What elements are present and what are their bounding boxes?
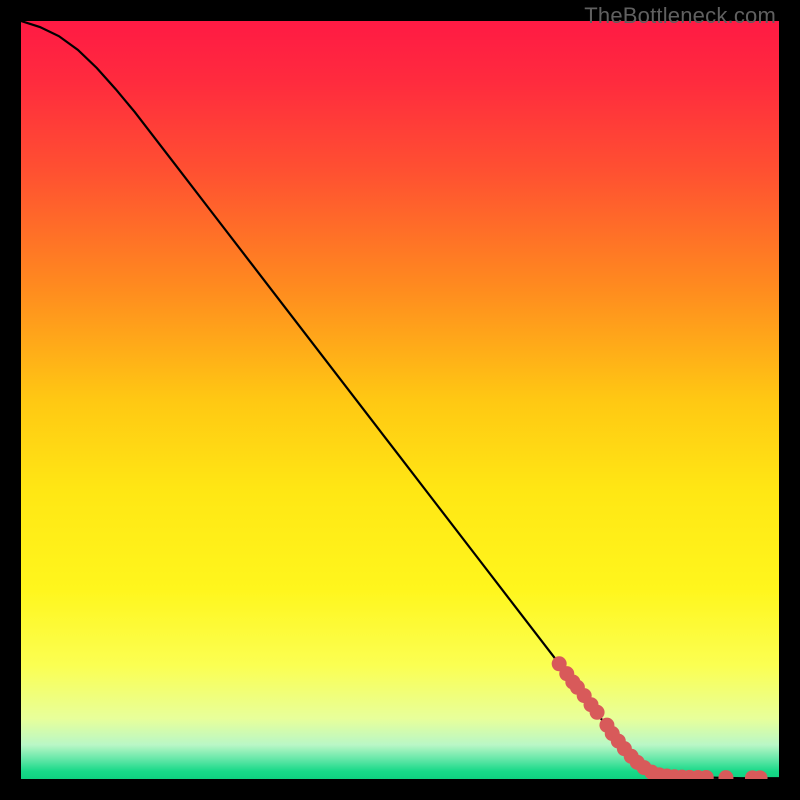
plot-background [21, 21, 779, 779]
chart-frame [21, 21, 779, 779]
watermark-text: TheBottleneck.com [584, 3, 776, 29]
bottleneck-chart [21, 21, 779, 779]
data-marker [590, 705, 605, 720]
